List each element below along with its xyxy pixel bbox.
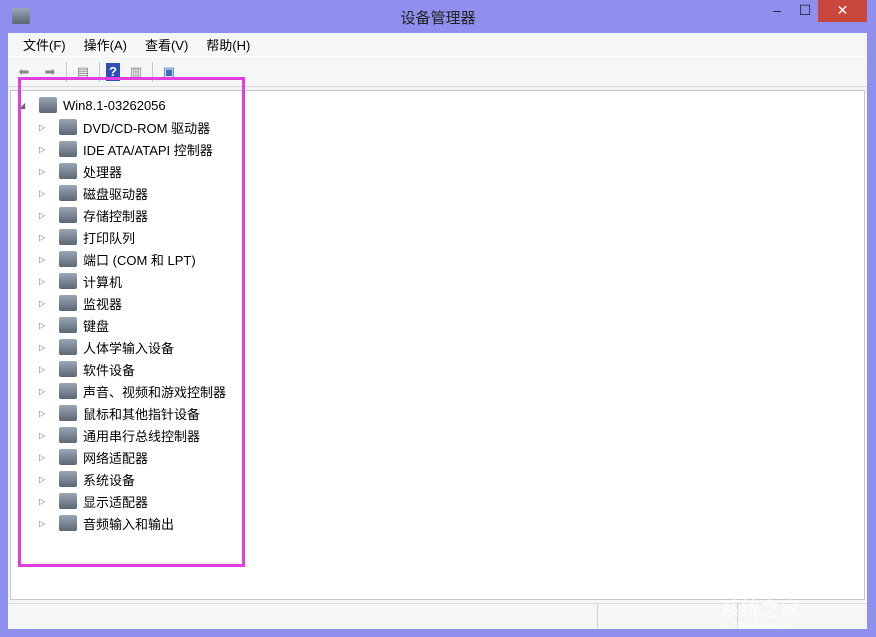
minimize-button[interactable]: – bbox=[764, 0, 790, 22]
status-pane bbox=[598, 604, 738, 629]
menu-view[interactable]: 查看(V) bbox=[136, 35, 197, 54]
status-pane bbox=[8, 604, 598, 629]
menu-bar: 文件(F) 操作(A) 查看(V) 帮助(H) bbox=[8, 33, 867, 57]
highlight-box bbox=[18, 77, 245, 567]
menu-file[interactable]: 文件(F) bbox=[14, 35, 75, 54]
window-title: 设备管理器 bbox=[0, 7, 876, 28]
menu-help[interactable]: 帮助(H) bbox=[197, 35, 259, 54]
close-button[interactable]: ✕ bbox=[818, 0, 867, 22]
maximize-button[interactable]: ☐ bbox=[792, 0, 818, 22]
watermark-url: XITONGZHIJIA.NET bbox=[720, 622, 800, 629]
watermark-name: 系统之家 bbox=[720, 599, 800, 621]
menu-action[interactable]: 操作(A) bbox=[75, 35, 136, 54]
watermark: 系统之家XITONGZHIJIA.NET bbox=[720, 593, 800, 629]
title-bar: 设备管理器 – ☐ ✕ bbox=[0, 0, 876, 33]
